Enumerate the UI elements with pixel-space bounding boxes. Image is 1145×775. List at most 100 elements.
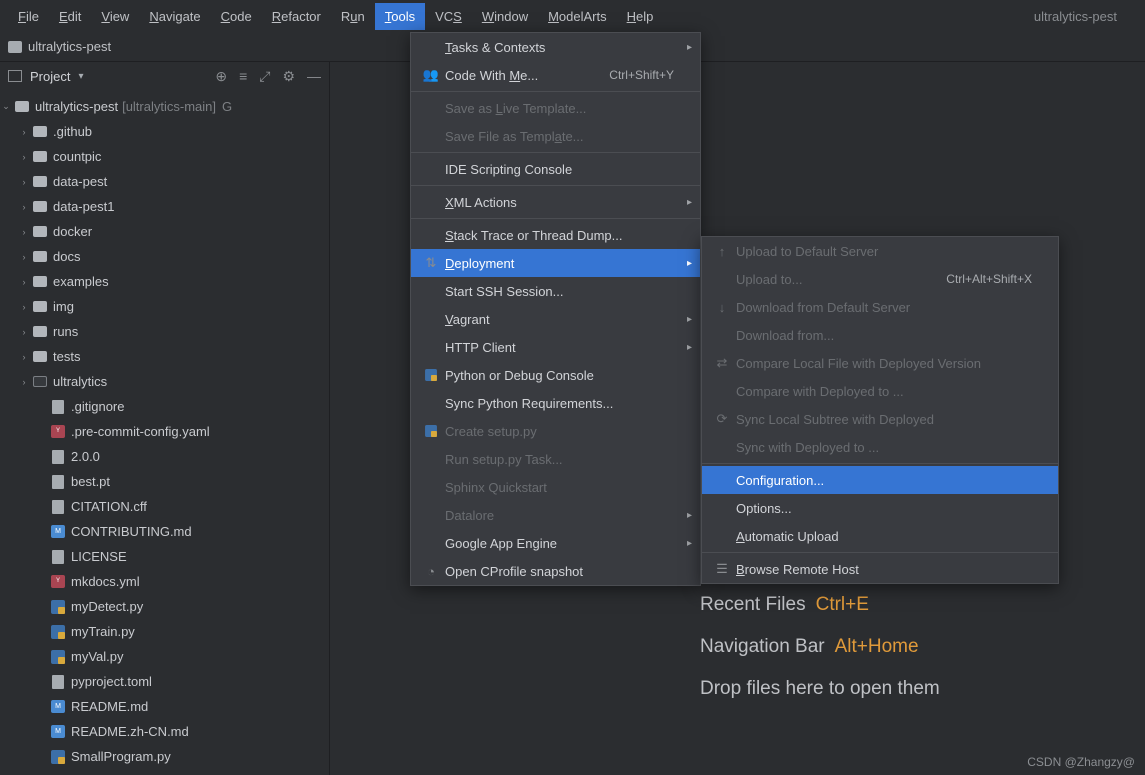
tools-menu-item-13[interactable]: Vagrant▸ — [411, 305, 700, 333]
tree-folder-runs[interactable]: ›runs — [0, 319, 329, 344]
hint-nav-bar: Navigation BarAlt+Home — [700, 636, 940, 658]
chevron-down-icon[interactable]: ▾ — [78, 71, 83, 82]
tools-menu-item-6[interactable]: IDE Scripting Console — [411, 155, 700, 183]
menu-item-modelarts[interactable]: ModelArts — [538, 3, 617, 30]
tools-menu-item-16[interactable]: Sync Python Requirements... — [411, 389, 700, 417]
deploy-menu-item-13[interactable]: ☰Browse Remote Host — [702, 555, 1058, 583]
tree-folder-data-pest1[interactable]: ›data-pest1 — [0, 194, 329, 219]
expand-icon[interactable]: ⤢ — [259, 68, 270, 85]
minimize-icon[interactable]: — — [307, 68, 321, 85]
tools-menu-item-14[interactable]: HTTP Client▸ — [411, 333, 700, 361]
flatten-icon[interactable]: ≡ — [239, 68, 247, 85]
tree-root[interactable]: ⌄ultralytics-pest[ultralytics-main]G — [0, 94, 329, 119]
project-tool-header: Project ▾ ⊕ ≡ ⤢ ⚙ — — [0, 62, 329, 90]
menu-item-view[interactable]: View — [91, 3, 139, 30]
👥-icon: 👥 — [421, 67, 441, 83]
tools-menu-item-19: Sphinx Quickstart — [411, 473, 700, 501]
menu-item-window[interactable]: Window — [472, 3, 538, 30]
tools-menu-item-0[interactable]: Tasks & Contexts▸ — [411, 33, 700, 61]
tree-folder-github[interactable]: ›.github — [0, 119, 329, 144]
tools-dropdown-menu[interactable]: Tasks & Contexts▸👥Code With Me...Ctrl+Sh… — [410, 32, 701, 586]
deploy-menu-item-9[interactable]: Configuration... — [702, 466, 1058, 494]
⇅-icon: ⇅ — [421, 255, 441, 271]
tools-menu-item-8[interactable]: XML Actions▸ — [411, 188, 700, 216]
tree-folder-tests[interactable]: ›tests — [0, 344, 329, 369]
menu-bar: FileEditViewNavigateCodeRefactorRunTools… — [0, 0, 1145, 32]
breadcrumb-label: ultralytics-pest — [28, 39, 111, 54]
tree-folder-data-pest[interactable]: ›data-pest — [0, 169, 329, 194]
deploy-menu-item-10[interactable]: Options... — [702, 494, 1058, 522]
hint-recent-files: Recent FilesCtrl+E — [700, 594, 940, 616]
tree-file-readme-md[interactable]: MREADME.md — [0, 694, 329, 719]
tree-file-pyproject-toml[interactable]: pyproject.toml — [0, 669, 329, 694]
menu-item-vcs[interactable]: VCS — [425, 3, 472, 30]
tree-folder-examples[interactable]: ›examples — [0, 269, 329, 294]
tree-file-best-pt[interactable]: best.pt — [0, 469, 329, 494]
project-tree[interactable]: ⌄ultralytics-pest[ultralytics-main]G›.gi… — [0, 90, 329, 775]
↑-icon: ↑ — [712, 244, 732, 259]
tree-folder-ultralytics[interactable]: ›ultralytics — [0, 369, 329, 394]
tree-folder-img[interactable]: ›img — [0, 294, 329, 319]
tree-file-readme-zh-cn-md[interactable]: MREADME.zh-CN.md — [0, 719, 329, 744]
menu-item-help[interactable]: Help — [617, 3, 664, 30]
project-name-label: ultralytics-pest — [1014, 9, 1137, 24]
tree-file-myval-py[interactable]: myVal.py — [0, 644, 329, 669]
↓-icon: ↓ — [712, 300, 732, 315]
menu-item-code[interactable]: Code — [211, 3, 262, 30]
tools-menu-item-22[interactable]: ◔Open CProfile snapshot — [411, 557, 700, 585]
deploy-menu-item-7: Sync with Deployed to ... — [702, 433, 1058, 461]
tree-folder-countpic[interactable]: ›countpic — [0, 144, 329, 169]
tools-menu-item-12[interactable]: Start SSH Session... — [411, 277, 700, 305]
menu-item-edit[interactable]: Edit — [49, 3, 91, 30]
tools-menu-item-21[interactable]: Google App Engine▸ — [411, 529, 700, 557]
settings-icon[interactable]: ⚙ — [282, 68, 295, 85]
project-view-icon — [8, 70, 22, 82]
tree-file-license[interactable]: LICENSE — [0, 544, 329, 569]
project-tool-title[interactable]: Project — [30, 69, 70, 84]
tree-file--pre-commit-config-yaml[interactable]: Y.pre-commit-config.yaml — [0, 419, 329, 444]
menu-item-run[interactable]: Run — [331, 3, 375, 30]
menu-item-file[interactable]: File — [8, 3, 49, 30]
⇄-icon: ⇄ — [712, 355, 732, 371]
tools-menu-item-3: Save as Live Template... — [411, 94, 700, 122]
menu-item-navigate[interactable]: Navigate — [139, 3, 210, 30]
locate-icon[interactable]: ⊕ — [215, 68, 227, 85]
tools-menu-item-10[interactable]: Stack Trace or Thread Dump... — [411, 221, 700, 249]
tree-file-citation-cff[interactable]: CITATION.cff — [0, 494, 329, 519]
◔-icon: ◔ — [421, 564, 441, 579]
⟳-icon: ⟳ — [712, 411, 732, 427]
☰-icon: ☰ — [712, 561, 732, 577]
tree-folder-docs[interactable]: ›docs — [0, 244, 329, 269]
menu-item-refactor[interactable]: Refactor — [262, 3, 331, 30]
tree-file-mydetect-py[interactable]: myDetect.py — [0, 594, 329, 619]
deploy-menu-item-5: Compare with Deployed to ... — [702, 377, 1058, 405]
py-icon — [421, 424, 441, 438]
deploy-menu-item-11[interactable]: Automatic Upload — [702, 522, 1058, 550]
deploy-menu-item-6: ⟳Sync Local Subtree with Deployed — [702, 405, 1058, 433]
tools-menu-item-11[interactable]: ⇅Deployment▸ — [411, 249, 700, 277]
tree-file-2-0-0[interactable]: 2.0.0 — [0, 444, 329, 469]
deploy-menu-item-2: ↓Download from Default Server — [702, 293, 1058, 321]
watermark: CSDN @Zhangzy@ — [1027, 755, 1135, 769]
tree-file--gitignore[interactable]: .gitignore — [0, 394, 329, 419]
deploy-menu-item-1: Upload to...Ctrl+Alt+Shift+X — [702, 265, 1058, 293]
tree-file-smallprogram-py[interactable]: SmallProgram.py — [0, 744, 329, 769]
tools-menu-item-18: Run setup.py Task... — [411, 445, 700, 473]
py-icon — [421, 368, 441, 382]
deploy-menu-item-4: ⇄Compare Local File with Deployed Versio… — [702, 349, 1058, 377]
tree-file-mkdocs-yml[interactable]: Ymkdocs.yml — [0, 569, 329, 594]
tree-file-mytrain-py[interactable]: myTrain.py — [0, 619, 329, 644]
tools-menu-item-4: Save File as Template... — [411, 122, 700, 150]
tree-file-contributing-md[interactable]: MCONTRIBUTING.md — [0, 519, 329, 544]
project-tool-window: Project ▾ ⊕ ≡ ⤢ ⚙ — ⌄ultralytics-pest[ul… — [0, 62, 330, 775]
tools-menu-item-20: Datalore▸ — [411, 501, 700, 529]
menu-item-tools[interactable]: Tools — [375, 3, 425, 30]
tree-folder-docker[interactable]: ›docker — [0, 219, 329, 244]
hint-drop-files: Drop files here to open them — [700, 678, 940, 700]
tools-menu-item-15[interactable]: Python or Debug Console — [411, 361, 700, 389]
tools-menu-item-1[interactable]: 👥Code With Me...Ctrl+Shift+Y — [411, 61, 700, 89]
folder-icon — [8, 41, 22, 53]
deployment-submenu[interactable]: ↑Upload to Default ServerUpload to...Ctr… — [701, 236, 1059, 584]
tools-menu-item-17: Create setup.py — [411, 417, 700, 445]
deploy-menu-item-0: ↑Upload to Default Server — [702, 237, 1058, 265]
